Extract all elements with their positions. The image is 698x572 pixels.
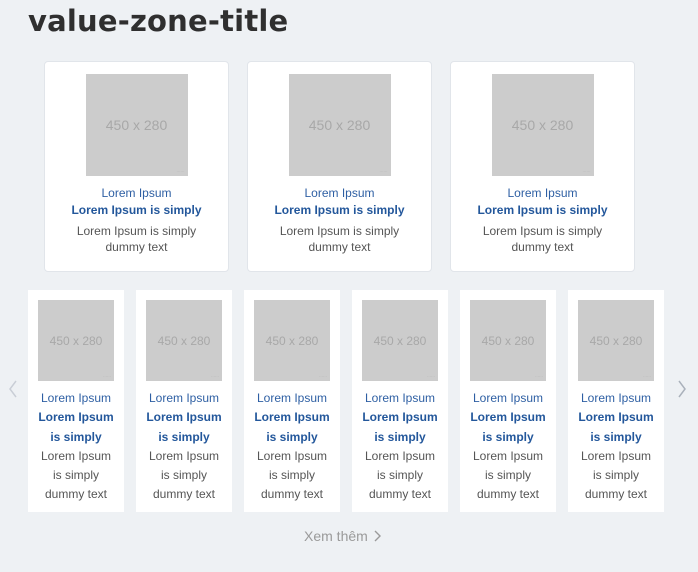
- featured-row: 450 x 280 ⋯⋯ Lorem Ipsum Lorem Ipsum is …: [44, 61, 635, 272]
- carousel-card[interactable]: 450 x 280 ⋯⋯ Lorem Ipsum Lorem Ipsum is …: [136, 290, 232, 512]
- article-headline-link[interactable]: Lorem Ipsum is simply: [576, 407, 656, 447]
- article-category-link[interactable]: Lorem Ipsum: [101, 186, 171, 200]
- carousel-prev-button[interactable]: [6, 378, 20, 400]
- thumbnail-watermark: ⋯⋯: [582, 169, 591, 174]
- thumbnail-size-text: 450 x 280: [589, 333, 643, 348]
- carousel-track: 450 x 280 ⋯⋯ Lorem Ipsum Lorem Ipsum is …: [28, 290, 664, 512]
- featured-card[interactable]: 450 x 280 ⋯⋯ Lorem Ipsum Lorem Ipsum is …: [450, 61, 635, 272]
- article-category-link[interactable]: Lorem Ipsum: [41, 391, 111, 405]
- thumbnail-size-text: 450 x 280: [373, 333, 427, 348]
- article-category-link[interactable]: Lorem Ipsum: [304, 186, 374, 200]
- article-thumbnail[interactable]: 450 x 280 ⋯⋯: [362, 300, 438, 381]
- thumbnail-size-text: 450 x 280: [157, 333, 211, 348]
- thumbnail-watermark: ⋯⋯: [379, 169, 388, 174]
- article-category-link[interactable]: Lorem Ipsum: [149, 391, 219, 405]
- thumbnail-watermark: ⋯⋯: [535, 374, 543, 379]
- article-description: Lorem Ipsum is simply dummy text: [364, 449, 436, 501]
- carousel-card[interactable]: 450 x 280 ⋯⋯ Lorem Ipsum Lorem Ipsum is …: [352, 290, 448, 512]
- thumbnail-watermark: ⋯⋯: [103, 374, 111, 379]
- thumbnail-size-text: 450 x 280: [49, 333, 103, 348]
- article-category-link[interactable]: Lorem Ipsum: [581, 391, 651, 405]
- article-thumbnail[interactable]: 450 x 280 ⋯⋯: [254, 300, 330, 381]
- article-headline-link[interactable]: Lorem Ipsum is simply: [274, 203, 404, 218]
- carousel-card[interactable]: 450 x 280 ⋯⋯ Lorem Ipsum Lorem Ipsum is …: [28, 290, 124, 512]
- chevron-right-icon: [374, 530, 381, 542]
- article-headline-link[interactable]: Lorem Ipsum is simply: [468, 407, 548, 447]
- chevron-left-icon: [9, 380, 17, 398]
- article-headline-link[interactable]: Lorem Ipsum is simply: [360, 407, 440, 447]
- featured-card[interactable]: 450 x 280 ⋯⋯ Lorem Ipsum Lorem Ipsum is …: [247, 61, 432, 272]
- thumbnail-size-text: 450 x 280: [105, 117, 168, 133]
- article-description: Lorem Ipsum is simply dummy text: [482, 224, 603, 254]
- thumbnail-watermark: ⋯⋯: [211, 374, 219, 379]
- featured-card[interactable]: 450 x 280 ⋯⋯ Lorem Ipsum Lorem Ipsum is …: [44, 61, 229, 272]
- article-description: Lorem Ipsum is simply dummy text: [76, 224, 197, 254]
- article-description: Lorem Ipsum is simply dummy text: [40, 449, 112, 501]
- article-thumbnail[interactable]: 450 x 280 ⋯⋯: [288, 74, 391, 176]
- carousel-card[interactable]: 450 x 280 ⋯⋯ Lorem Ipsum Lorem Ipsum is …: [460, 290, 556, 512]
- article-thumbnail[interactable]: 450 x 280 ⋯⋯: [470, 300, 546, 381]
- thumbnail-size-text: 450 x 280: [481, 333, 535, 348]
- thumbnail-watermark: ⋯⋯: [319, 374, 327, 379]
- carousel-card[interactable]: 450 x 280 ⋯⋯ Lorem Ipsum Lorem Ipsum is …: [568, 290, 664, 512]
- article-description: Lorem Ipsum is simply dummy text: [148, 449, 220, 501]
- article-thumbnail[interactable]: 450 x 280 ⋯⋯: [491, 74, 594, 176]
- article-category-link[interactable]: Lorem Ipsum: [365, 391, 435, 405]
- article-description: Lorem Ipsum is simply dummy text: [256, 449, 328, 501]
- article-thumbnail[interactable]: 450 x 280 ⋯⋯: [578, 300, 654, 381]
- zone-title: value-zone-title: [28, 4, 289, 38]
- article-description: Lorem Ipsum is simply dummy text: [580, 449, 652, 501]
- article-category-link[interactable]: Lorem Ipsum: [473, 391, 543, 405]
- article-category-link[interactable]: Lorem Ipsum: [507, 186, 577, 200]
- article-headline-link[interactable]: Lorem Ipsum is simply: [71, 203, 201, 218]
- thumbnail-watermark: ⋯⋯: [427, 374, 435, 379]
- see-more-label: Xem thêm: [304, 528, 368, 544]
- carousel-next-button[interactable]: [675, 378, 689, 400]
- article-description: Lorem Ipsum is simply dummy text: [279, 224, 400, 254]
- see-more-link[interactable]: Xem thêm: [304, 528, 381, 544]
- article-headline-link[interactable]: Lorem Ipsum is simply: [36, 407, 116, 447]
- chevron-right-icon: [678, 380, 686, 398]
- thumbnail-size-text: 450 x 280: [265, 333, 319, 348]
- thumbnail-size-text: 450 x 280: [511, 117, 574, 133]
- article-thumbnail[interactable]: 450 x 280 ⋯⋯: [38, 300, 114, 381]
- thumbnail-watermark: ⋯⋯: [176, 169, 185, 174]
- article-headline-link[interactable]: Lorem Ipsum is simply: [144, 407, 224, 447]
- article-description: Lorem Ipsum is simply dummy text: [472, 449, 544, 501]
- thumbnail-size-text: 450 x 280: [308, 117, 371, 133]
- carousel-card[interactable]: 450 x 280 ⋯⋯ Lorem Ipsum Lorem Ipsum is …: [244, 290, 340, 512]
- article-thumbnail[interactable]: 450 x 280 ⋯⋯: [85, 74, 188, 176]
- article-category-link[interactable]: Lorem Ipsum: [257, 391, 327, 405]
- thumbnail-watermark: ⋯⋯: [643, 374, 651, 379]
- article-headline-link[interactable]: Lorem Ipsum is simply: [252, 407, 332, 447]
- article-headline-link[interactable]: Lorem Ipsum is simply: [477, 203, 607, 218]
- article-thumbnail[interactable]: 450 x 280 ⋯⋯: [146, 300, 222, 381]
